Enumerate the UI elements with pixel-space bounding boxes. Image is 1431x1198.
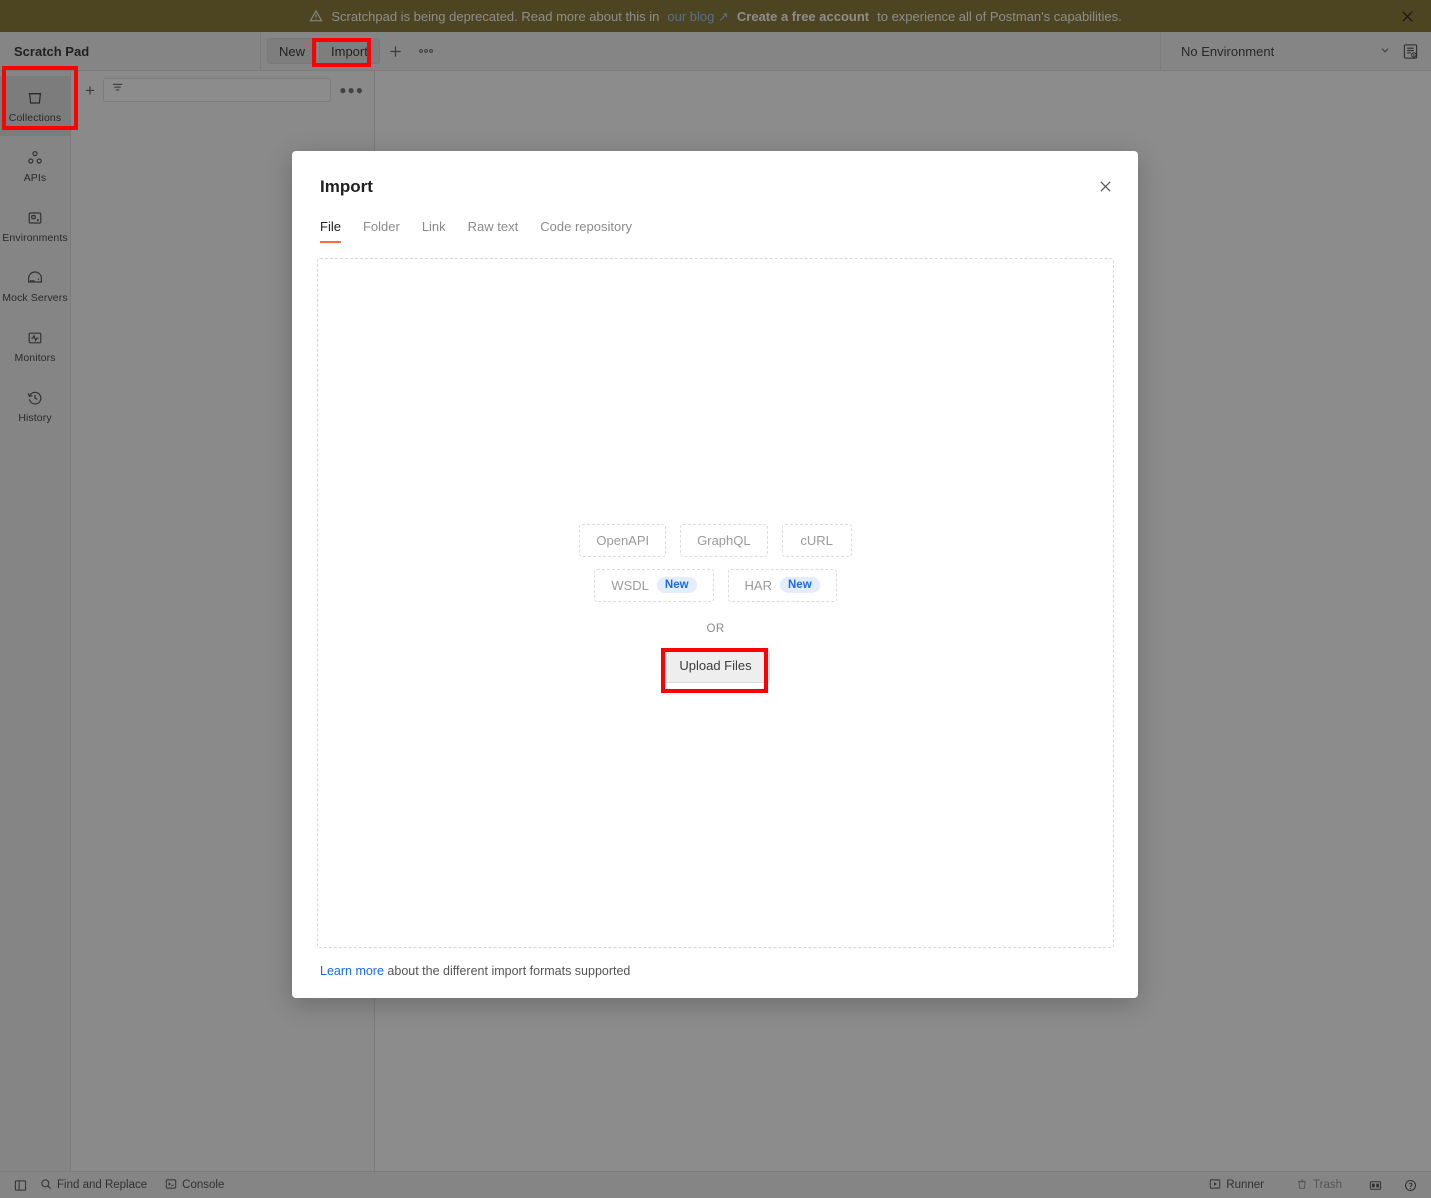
tab-file[interactable]: File bbox=[320, 219, 341, 243]
or-separator-label: OR bbox=[706, 622, 725, 635]
format-chip-graphql[interactable]: GraphQL bbox=[680, 523, 768, 557]
file-dropzone[interactable]: OpenAPI GraphQL cURL WSDL New HAR New OR… bbox=[317, 258, 1114, 948]
learn-more-link[interactable]: Learn more bbox=[320, 964, 384, 978]
format-chip-curl[interactable]: cURL bbox=[781, 523, 852, 557]
import-modal-title: Import bbox=[320, 177, 373, 196]
import-modal-header: Import bbox=[292, 151, 1138, 197]
tab-raw-text[interactable]: Raw text bbox=[468, 219, 519, 243]
postman-app-window: Scratchpad is being deprecated. Read mor… bbox=[0, 0, 1431, 1198]
chip-label: HAR bbox=[744, 577, 772, 593]
tab-code-repository[interactable]: Code repository bbox=[540, 219, 632, 243]
format-chips-row-2: WSDL New HAR New bbox=[594, 568, 837, 602]
upload-files-button[interactable]: Upload Files bbox=[661, 648, 770, 683]
chip-label: cURL bbox=[800, 532, 833, 548]
tab-folder[interactable]: Folder bbox=[363, 219, 400, 243]
import-modal-tabs: File Folder Link Raw text Code repositor… bbox=[292, 197, 1138, 243]
chip-label: OpenAPI bbox=[596, 532, 650, 548]
close-icon[interactable] bbox=[1092, 173, 1118, 199]
upload-files-wrapper: Upload Files bbox=[661, 648, 770, 683]
format-chip-openapi[interactable]: OpenAPI bbox=[579, 523, 667, 557]
format-chips-row-1: OpenAPI GraphQL cURL bbox=[579, 523, 852, 557]
footer-text: about the different import formats suppo… bbox=[387, 964, 631, 978]
new-badge: New bbox=[656, 577, 697, 593]
import-modal-footer: Learn more about the different import fo… bbox=[292, 948, 1138, 998]
format-chip-wsdl[interactable]: WSDL New bbox=[594, 568, 714, 602]
chip-label: WSDL bbox=[611, 577, 649, 593]
tab-link[interactable]: Link bbox=[422, 219, 446, 243]
format-chip-har[interactable]: HAR New bbox=[727, 568, 837, 602]
import-modal: Import File Folder Link Raw text Code re… bbox=[292, 151, 1138, 998]
chip-label: GraphQL bbox=[697, 532, 751, 548]
new-badge: New bbox=[780, 577, 820, 593]
